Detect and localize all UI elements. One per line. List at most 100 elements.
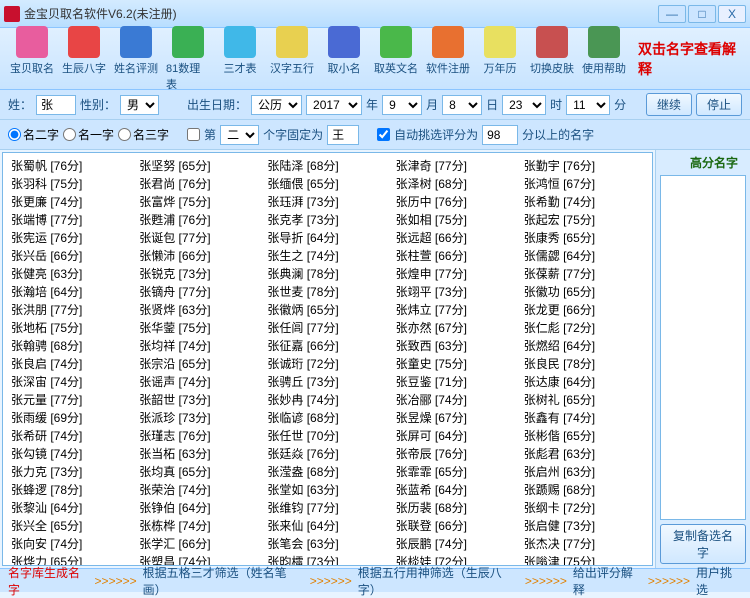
name-item[interactable]: 张珏湃 [73分] (263, 193, 391, 211)
name-item[interactable]: 张瑾志 [76分] (135, 427, 263, 445)
name-item[interactable]: 张力克 [73分] (7, 463, 135, 481)
day-select[interactable]: 8 (442, 95, 482, 115)
name-item[interactable]: 张任世 [70分] (263, 427, 391, 445)
name-item[interactable]: 张更廉 [74分] (7, 193, 135, 211)
year-select[interactable]: 2017 (306, 95, 362, 115)
name-item[interactable]: 张彪君 [63分] (520, 445, 648, 463)
position-select[interactable]: 二 (220, 125, 259, 145)
name-item[interactable]: 张笔会 [63分] (263, 535, 391, 553)
toolbar-0[interactable]: 宝贝取名 (6, 24, 58, 94)
name-item[interactable]: 张均真 [65分] (135, 463, 263, 481)
fix-char-input[interactable] (327, 125, 359, 145)
score-input[interactable] (482, 125, 518, 145)
name-item[interactable]: 张甦浦 [76分] (135, 211, 263, 229)
name-item[interactable]: 张地柘 [75分] (7, 319, 135, 337)
name-item[interactable]: 张向安 [74分] (7, 535, 135, 553)
name-item[interactable]: 张树礼 [65分] (520, 391, 648, 409)
name-item[interactable]: 张屏可 [64分] (392, 427, 520, 445)
toolbar-4[interactable]: 三才表 (214, 24, 266, 94)
toolbar-6[interactable]: 取小名 (318, 24, 370, 94)
month-select[interactable]: 9 (382, 95, 422, 115)
name-item[interactable]: 张儒勰 [64分] (520, 247, 648, 265)
radio-three-char[interactable]: 名三字 (118, 126, 169, 143)
name-item[interactable]: 张栋桦 [74分] (135, 517, 263, 535)
name-item[interactable]: 张铮伯 [64分] (135, 499, 263, 517)
name-item[interactable]: 张镝舟 [77分] (135, 283, 263, 301)
name-item[interactable]: 张生之 [74分] (263, 247, 391, 265)
name-item[interactable]: 张坚努 [65分] (135, 157, 263, 175)
hour-select[interactable]: 23 (502, 95, 546, 115)
toolbar-3[interactable]: 81数理表 (162, 24, 214, 94)
toolbar-11[interactable]: 使用帮助 (578, 24, 630, 94)
name-item[interactable]: 张缅偎 [65分] (263, 175, 391, 193)
name-item[interactable]: 张君尚 [76分] (135, 175, 263, 193)
name-item[interactable]: 张启健 [73分] (520, 517, 648, 535)
name-item[interactable]: 张历裴 [68分] (392, 499, 520, 517)
toolbar-9[interactable]: 万年历 (474, 24, 526, 94)
name-item[interactable]: 张起宏 [75分] (520, 211, 648, 229)
name-item[interactable]: 张昱燥 [67分] (392, 409, 520, 427)
name-item[interactable]: 张冶郦 [74分] (392, 391, 520, 409)
name-item[interactable]: 张柱萱 [66分] (392, 247, 520, 265)
name-item[interactable]: 张堂如 [63分] (263, 481, 391, 499)
fix-checkbox[interactable] (187, 128, 200, 141)
minute-select[interactable]: 11 (566, 95, 610, 115)
name-item[interactable]: 张锐克 [73分] (135, 265, 263, 283)
name-item[interactable]: 张联登 [66分] (392, 517, 520, 535)
name-item[interactable]: 张辰鹏 [74分] (392, 535, 520, 553)
name-item[interactable]: 张健亮 [63分] (7, 265, 135, 283)
name-item[interactable]: 张纲卡 [72分] (520, 499, 648, 517)
name-item[interactable]: 张泽树 [68分] (392, 175, 520, 193)
name-item[interactable]: 张妙冉 [74分] (263, 391, 391, 409)
name-item[interactable]: 张远超 [66分] (392, 229, 520, 247)
name-item[interactable]: 张雨缓 [69分] (7, 409, 135, 427)
name-item[interactable]: 张杰决 [77分] (520, 535, 648, 553)
name-item[interactable]: 张黎汕 [64分] (7, 499, 135, 517)
name-item[interactable]: 张宗沿 [65分] (135, 355, 263, 373)
radio-two-char[interactable]: 名二字 (8, 126, 59, 143)
name-item[interactable]: 张征嘉 [66分] (263, 337, 391, 355)
name-item[interactable]: 张华蓥 [75分] (135, 319, 263, 337)
name-item[interactable]: 张骋丘 [73分] (263, 373, 391, 391)
name-item[interactable]: 张懒沛 [66分] (135, 247, 263, 265)
toolbar-1[interactable]: 生辰八字 (58, 24, 110, 94)
name-item[interactable]: 张谣声 [74分] (135, 373, 263, 391)
name-item[interactable]: 张诚珩 [72分] (263, 355, 391, 373)
name-item[interactable]: 张如相 [75分] (392, 211, 520, 229)
toolbar-5[interactable]: 汉字五行 (266, 24, 318, 94)
name-item[interactable]: 张徽炳 [65分] (263, 301, 391, 319)
close-button[interactable]: X (718, 5, 746, 23)
name-item[interactable]: 张徽功 [65分] (520, 283, 648, 301)
name-item[interactable]: 张童史 [75分] (392, 355, 520, 373)
name-item[interactable]: 张羽科 [75分] (7, 175, 135, 193)
name-item[interactable]: 张诞包 [77分] (135, 229, 263, 247)
name-item[interactable]: 张滢盎 [68分] (263, 463, 391, 481)
name-list[interactable]: 张蜀帆 [76分]张羽科 [75分]张更廉 [74分]张端博 [77分]张宪运 … (2, 152, 653, 566)
copy-button[interactable]: 复制备选名字 (660, 524, 746, 564)
surname-input[interactable] (36, 95, 76, 115)
name-item[interactable]: 张希研 [74分] (7, 427, 135, 445)
name-item[interactable]: 张维钧 [77分] (263, 499, 391, 517)
name-item[interactable]: 张廷焱 [76分] (263, 445, 391, 463)
name-item[interactable]: 张霏霏 [65分] (392, 463, 520, 481)
name-item[interactable]: 张任闾 [77分] (263, 319, 391, 337)
name-item[interactable]: 张深宙 [74分] (7, 373, 135, 391)
name-item[interactable]: 张端博 [77分] (7, 211, 135, 229)
name-item[interactable]: 张元量 [77分] (7, 391, 135, 409)
name-item[interactable]: 张鸿恒 [67分] (520, 175, 648, 193)
name-item[interactable]: 张勾镜 [74分] (7, 445, 135, 463)
name-item[interactable]: 张翰骋 [68分] (7, 337, 135, 355)
name-item[interactable]: 张蜀帆 [76分] (7, 157, 135, 175)
toolbar-10[interactable]: 切换皮肤 (526, 24, 578, 94)
name-item[interactable]: 张来仙 [64分] (263, 517, 391, 535)
radio-one-char[interactable]: 名一字 (63, 126, 114, 143)
toolbar-2[interactable]: 姓名评测 (110, 24, 162, 94)
name-item[interactable]: 张兴全 [65分] (7, 517, 135, 535)
name-item[interactable]: 张亦然 [67分] (392, 319, 520, 337)
name-item[interactable]: 张学汇 [66分] (135, 535, 263, 553)
selected-names-box[interactable] (660, 175, 746, 520)
name-item[interactable]: 张葆薪 [77分] (520, 265, 648, 283)
name-item[interactable]: 张康秀 [65分] (520, 229, 648, 247)
name-item[interactable]: 张勤宇 [76分] (520, 157, 648, 175)
name-item[interactable]: 张仁彪 [72分] (520, 319, 648, 337)
